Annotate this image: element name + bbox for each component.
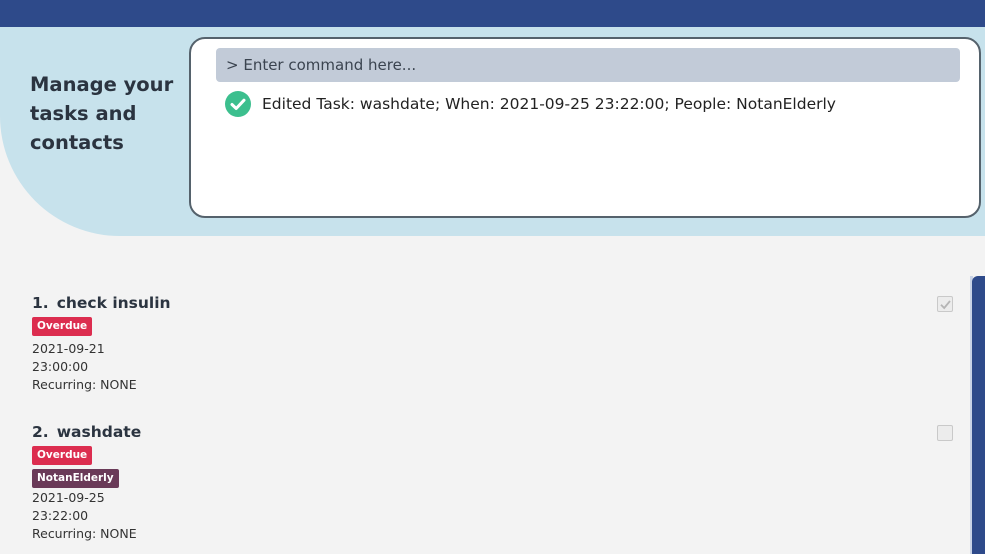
person-tag: NotanElderly [32,469,119,488]
scrollbar-thumb[interactable] [972,276,985,554]
success-check-icon [225,91,251,117]
command-input[interactable] [216,48,960,82]
task-time: 23:00:00 [32,359,89,374]
task-title: 2. washdate [32,421,952,443]
task-date: 2021-09-21 [32,341,105,356]
task-recurring: Recurring: NONE [32,526,137,541]
task-index: 2. [32,423,49,441]
overdue-tag: Overdue [32,446,93,465]
task-recurring: Recurring: NONE [32,377,137,392]
task-title: 1. check insulin [32,292,952,314]
command-result: Edited Task: washdate; When: 2021-09-25 … [225,91,836,117]
task-name: washdate [56,423,142,441]
result-message: Edited Task: washdate; When: 2021-09-25 … [262,95,836,113]
task-time: 23:22:00 [32,508,89,523]
task-done-checkbox[interactable] [937,296,953,312]
overdue-tag: Overdue [32,317,93,336]
task-index: 1. [32,294,49,312]
top-bar [0,0,985,27]
task-done-checkbox[interactable] [937,425,953,441]
task-card: 2. washdate Overdue NotanElderly 2021-09-… [32,421,953,543]
app-tagline: Manage your tasks and contacts [30,73,174,154]
command-panel: Edited Task: washdate; When: 2021-09-25 … [189,37,981,218]
task-name: check insulin [56,294,171,312]
task-date: 2021-09-25 [32,490,105,505]
checkmark-icon [939,299,951,309]
task-card: 1. check insulin Overdue 2021-09-21 23:00… [32,292,953,394]
